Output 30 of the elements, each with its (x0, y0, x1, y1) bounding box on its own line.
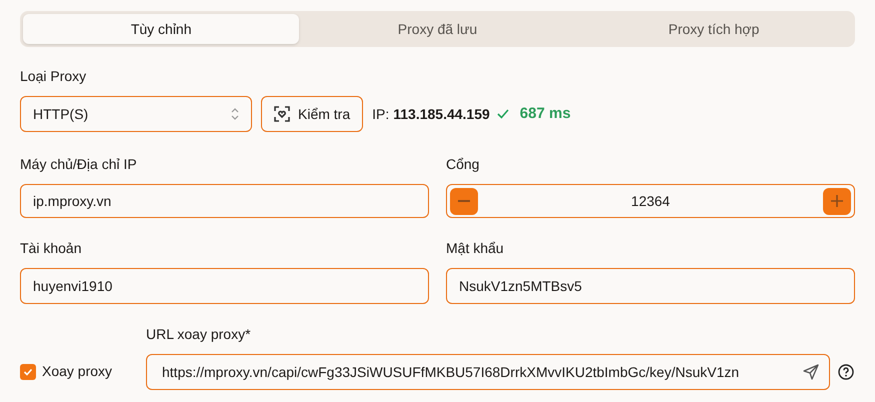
check-button[interactable]: Kiểm tra (261, 96, 364, 132)
tab[interactable]: Proxy tích hợp (576, 14, 852, 44)
latency-text: 687 ms (520, 104, 571, 124)
checkbox[interactable] (20, 364, 36, 380)
field-label: URL xoay proxy* (146, 325, 252, 344)
chevron-updown-icon (231, 108, 239, 120)
checkbox-label: Xoay proxy (42, 362, 112, 381)
port-field[interactable]: 12364 (446, 184, 855, 218)
host-field[interactable]: ip.mproxy.vn (20, 184, 429, 218)
field-label: Mật khẩu (446, 239, 505, 258)
field-label: Loại Proxy (20, 67, 88, 86)
plus-button[interactable] (823, 188, 851, 214)
help-icon[interactable] (838, 364, 854, 380)
tab[interactable]: Proxy đã lưu (299, 14, 576, 44)
password-field[interactable]: NsukV1zn5MTBsv5 (446, 268, 855, 304)
field-label: Máy chủ/Địa chỉ IP (20, 155, 138, 174)
minus-icon (458, 200, 470, 202)
proxy-type-select[interactable]: HTTP(S) (20, 96, 252, 132)
url-field[interactable]: https://mproxy.vn/capi/cwFg33JSiWUSUFfMKBU57I68DrrkXMvvIKU2tbImbGc/key/NsukV1zn (146, 354, 830, 390)
ip-address: 113.185.44.159 (393, 104, 490, 124)
username-field[interactable]: huyenvi1910 (20, 268, 429, 304)
send-icon (803, 364, 819, 380)
plus-icon (831, 195, 843, 207)
scan-icon (274, 106, 290, 122)
minus-button[interactable] (450, 188, 478, 214)
ip-label: IP: (372, 104, 390, 124)
tab[interactable]: Tùy chỉnh (23, 14, 300, 44)
field-label: Tài khoản (20, 239, 82, 258)
field-label: Cổng (446, 155, 480, 174)
checkmark-icon (23, 366, 33, 376)
